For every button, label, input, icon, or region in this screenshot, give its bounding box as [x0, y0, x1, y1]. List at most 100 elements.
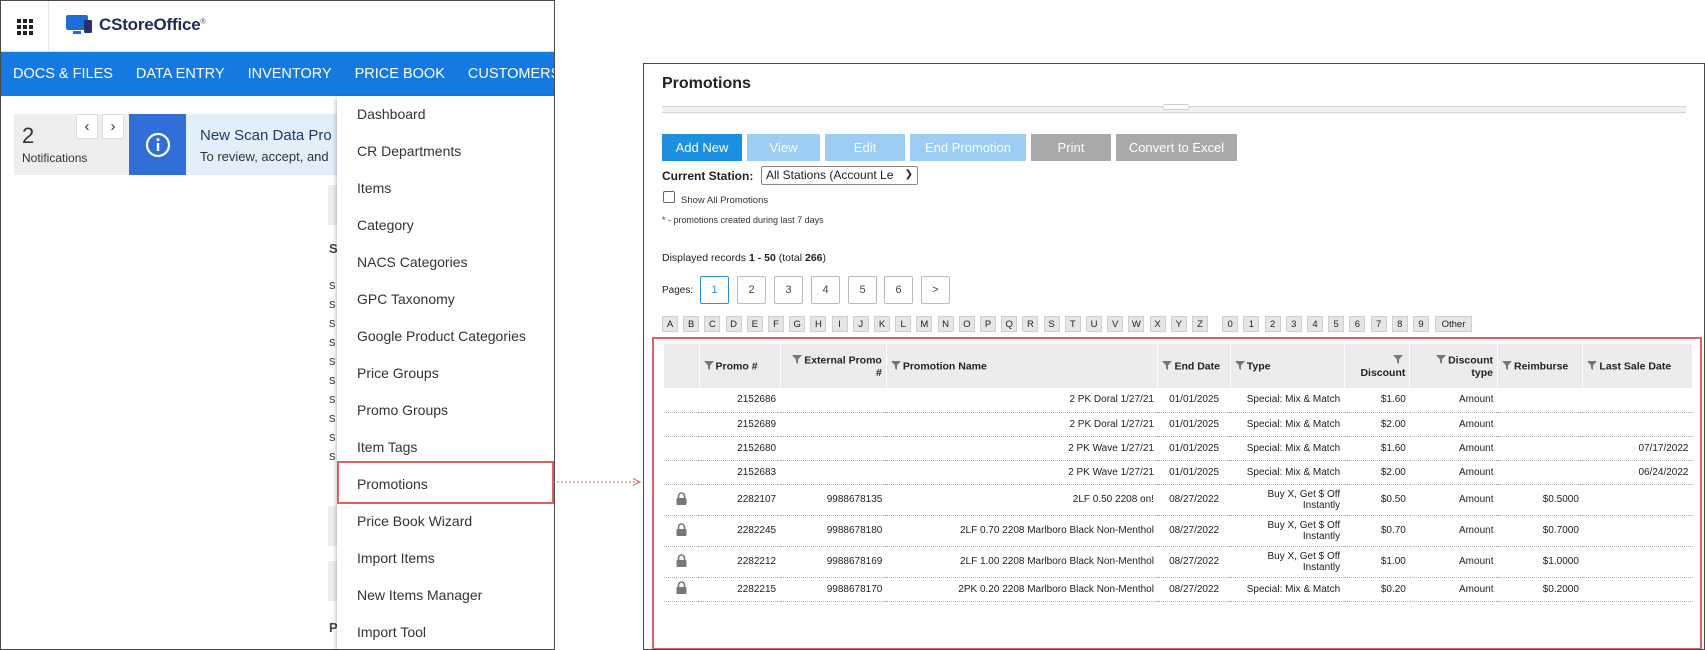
menu-item-category[interactable]: Category [357, 217, 414, 233]
alphabet-filter-m[interactable]: M [916, 316, 933, 332]
alphabet-filter-5[interactable]: 5 [1328, 316, 1345, 332]
alphabet-filter-l[interactable]: L [895, 316, 912, 332]
alphabet-filter-y[interactable]: Y [1170, 316, 1187, 332]
filter-icon[interactable] [1587, 360, 1598, 373]
column-header-discount[interactable]: Discount [1344, 344, 1411, 388]
page-button-1[interactable]: 1 [700, 276, 729, 304]
splitter-handle[interactable] [1162, 104, 1190, 110]
alphabet-filter-b[interactable]: B [683, 316, 700, 332]
next-notification-button[interactable]: › [102, 114, 124, 139]
column-header-external-promo[interactable]: External Promo # [780, 344, 887, 388]
column-header-promotion-name[interactable]: Promotion Name [886, 344, 1159, 388]
alphabet-filter-9[interactable]: 9 [1413, 316, 1429, 332]
print-button[interactable]: Print [1031, 134, 1111, 161]
alphabet-filter-q[interactable]: Q [1001, 316, 1018, 332]
column-header-end-date[interactable]: End Date [1157, 344, 1231, 388]
alphabet-filter-g[interactable]: G [789, 316, 806, 332]
previous-notification-button[interactable]: ‹ [76, 114, 98, 139]
menu-item-promo-groups[interactable]: Promo Groups [357, 402, 448, 418]
menu-item-nacs-categories[interactable]: NACS Categories [357, 254, 468, 270]
apps-grid-icon[interactable] [1, 1, 49, 52]
menu-item-dashboard[interactable]: Dashboard [357, 106, 426, 122]
alphabet-filter-1[interactable]: 1 [1243, 316, 1260, 332]
table-row[interactable]: 2152683 2 PK Wave 1/27/21 01/01/2025 Specia… [664, 460, 1693, 485]
filter-icon[interactable] [1501, 360, 1512, 373]
menu-item-price-book-wizard[interactable]: Price Book Wizard [357, 513, 472, 529]
nav-customers[interactable]: CUSTOMERS [468, 66, 554, 82]
alphabet-filter-h[interactable]: H [810, 316, 827, 332]
alphabet-filter-f[interactable]: F [768, 316, 784, 332]
menu-item-import-tool[interactable]: Import Tool [357, 624, 426, 640]
nav-docs-files[interactable]: DOCS & FILES [13, 66, 113, 82]
page-button-3[interactable]: 3 [774, 276, 803, 304]
view-button[interactable]: View [747, 134, 820, 161]
filter-icon[interactable] [890, 360, 901, 373]
alphabet-filter-8[interactable]: 8 [1391, 316, 1408, 332]
alphabet-filter-e[interactable]: E [746, 316, 763, 332]
menu-item-gpc-taxonomy[interactable]: GPC Taxonomy [357, 291, 455, 307]
end-promotion-button[interactable]: End Promotion [910, 134, 1026, 161]
alphabet-filter-7[interactable]: 7 [1370, 316, 1387, 332]
alphabet-filter-v[interactable]: V [1107, 316, 1124, 332]
convert-to-excel-button[interactable]: Convert to Excel [1116, 134, 1237, 161]
table-row[interactable]: 2282245 9988678180 2LF 0.70 2208 Marlboro … [664, 515, 1693, 547]
alphabet-filter-s[interactable]: S [1043, 316, 1060, 332]
nav-data-entry[interactable]: DATA ENTRY [136, 66, 225, 82]
alphabet-filter-i[interactable]: I [831, 316, 848, 332]
page-button-2[interactable]: 2 [737, 276, 766, 304]
nav-price-book[interactable]: PRICE BOOK [355, 66, 445, 82]
filter-icon[interactable] [1234, 360, 1245, 373]
alphabet-filter-r[interactable]: R [1022, 316, 1039, 332]
add-new-button[interactable]: Add New [662, 134, 742, 161]
edit-button[interactable]: Edit [825, 134, 905, 161]
filter-icon[interactable] [1162, 360, 1173, 373]
menu-item-promotions[interactable]: Promotions [357, 476, 428, 492]
filter-icon[interactable] [703, 360, 714, 373]
alphabet-filter-6[interactable]: 6 [1349, 316, 1366, 332]
page-button-5[interactable]: 5 [848, 276, 877, 304]
alphabet-filter-other[interactable]: Other [1435, 316, 1472, 332]
menu-item-item-tags[interactable]: Item Tags [357, 439, 417, 455]
menu-item-new-items-manager[interactable]: New Items Manager [357, 587, 482, 603]
menu-item-price-groups[interactable]: Price Groups [357, 365, 439, 381]
column-header-discount-type[interactable]: Discount type [1409, 344, 1498, 388]
column-header-reimburse[interactable]: Reimburse [1497, 344, 1584, 388]
table-row[interactable]: 2152686 2 PK Doral 1/27/21 01/01/2025 Speci… [664, 388, 1693, 413]
page-button-6[interactable]: 6 [884, 276, 913, 304]
column-header-promo-number[interactable]: Promo # [699, 344, 781, 388]
table-row[interactable]: 2282215 9988678170 2PK 0.20 2208 Marlboro … [664, 577, 1693, 602]
alphabet-filter-0[interactable]: 0 [1222, 316, 1239, 332]
filter-icon[interactable] [792, 354, 803, 367]
alphabet-filter-o[interactable]: O [958, 316, 975, 332]
column-header-type[interactable]: Type [1230, 344, 1345, 388]
show-all-promotions-checkbox[interactable] [663, 191, 675, 203]
alphabet-filter-n[interactable]: N [937, 316, 954, 332]
alphabet-filter-u[interactable]: U [1086, 316, 1102, 332]
next-page-button[interactable]: > [921, 276, 950, 304]
alphabet-filter-3[interactable]: 3 [1285, 316, 1302, 332]
panel-splitter[interactable] [662, 104, 1686, 113]
page-button-4[interactable]: 4 [811, 276, 840, 304]
alphabet-filter-j[interactable]: J [852, 316, 869, 332]
nav-inventory[interactable]: INVENTORY [248, 66, 332, 82]
alphabet-filter-k[interactable]: K [874, 316, 890, 332]
alphabet-filter-a[interactable]: A [662, 316, 678, 332]
alphabet-filter-w[interactable]: W [1128, 316, 1145, 332]
menu-item-google-product-categories[interactable]: Google Product Categories [357, 328, 526, 344]
station-select[interactable]: All Stations (Account Le ❯ [761, 166, 918, 185]
alphabet-filter-4[interactable]: 4 [1307, 316, 1323, 332]
column-header-last-sale-date[interactable]: Last Sale Date [1582, 344, 1693, 388]
table-row[interactable]: 2152689 2 PK Doral 1/27/21 01/01/2025 Speci… [664, 412, 1693, 437]
alphabet-filter-z[interactable]: Z [1192, 316, 1208, 332]
alphabet-filter-x[interactable]: X [1149, 316, 1166, 332]
table-row[interactable]: 2152680 2 PK Wave 1/27/21 01/01/2025 Specia… [664, 436, 1693, 461]
table-row[interactable]: 2282107 9988678135 2LF 0.50 2208 on! 08/27/… [664, 484, 1693, 516]
alphabet-filter-t[interactable]: T [1064, 316, 1081, 332]
alphabet-filter-d[interactable]: D [725, 316, 742, 332]
alphabet-filter-p[interactable]: P [980, 316, 996, 332]
menu-item-cr-departments[interactable]: CR Departments [357, 143, 461, 159]
filter-icon[interactable] [1436, 354, 1447, 367]
alphabet-filter-c[interactable]: C [704, 316, 721, 332]
filter-icon[interactable] [1393, 354, 1404, 367]
brand-logo[interactable]: CStoreOffice® [65, 14, 206, 36]
